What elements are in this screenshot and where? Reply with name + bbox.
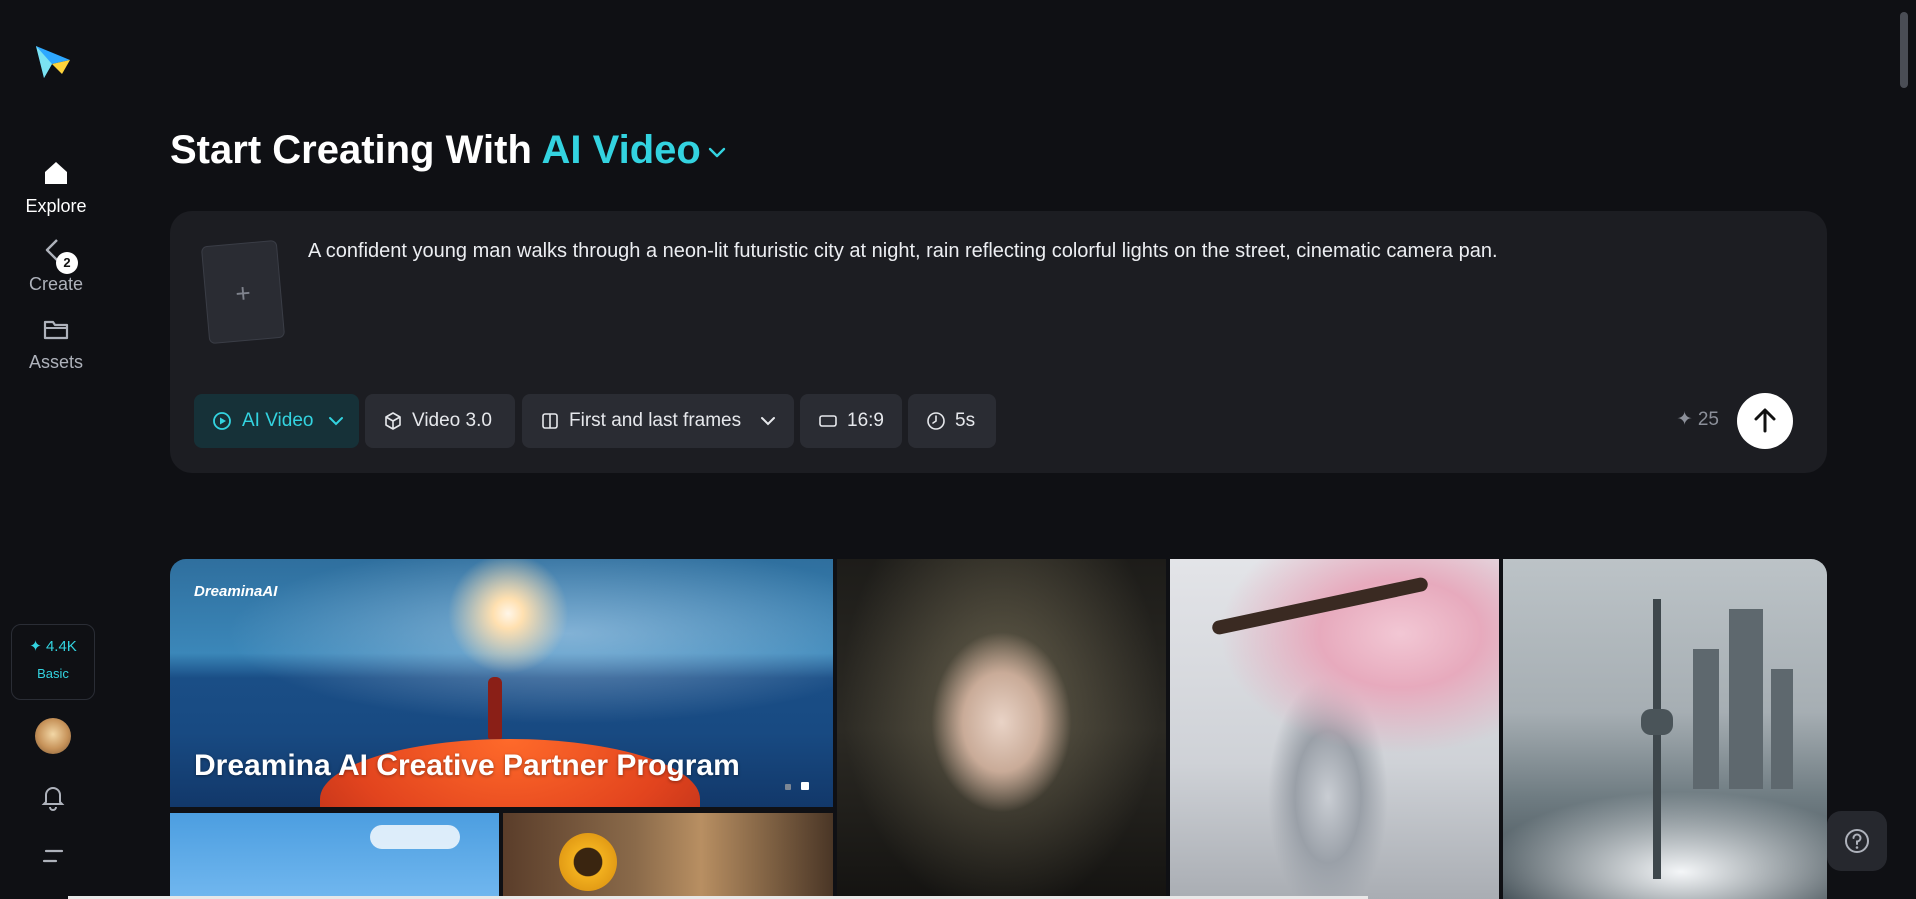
credits-box[interactable]: ✦ 4.4K Basic <box>11 624 95 700</box>
gallery-item-veiled-portrait[interactable] <box>837 559 1166 899</box>
chevron-down-icon <box>761 417 775 426</box>
plan-tier: Basic <box>37 666 69 681</box>
title-prefix: Start Creating With <box>170 128 532 172</box>
branch-art <box>1210 576 1430 636</box>
prompt-input[interactable]: A confident young man walks through a ne… <box>308 237 1788 265</box>
app-page: Explore 2 Create Assets ✦ 4.4K Basic Sta… <box>0 0 1916 899</box>
duration-selector[interactable]: 5s <box>908 394 996 448</box>
building-art <box>1693 649 1719 789</box>
sidebar: Explore 2 Create Assets ✦ 4.4K Basic <box>0 0 112 899</box>
banner-brand-logo: DreaminaAI <box>194 583 278 600</box>
nav-explore-label: Explore <box>25 196 87 216</box>
clock-icon <box>927 412 945 430</box>
sunflower-art <box>559 833 617 891</box>
cube-icon <box>385 412 401 430</box>
banner-figure <box>488 677 502 739</box>
mode-label: AI Video <box>242 410 314 431</box>
bell-icon[interactable] <box>38 782 68 812</box>
gallery-item-flooded-city[interactable] <box>1503 559 1827 899</box>
banner-title: Dreamina AI Creative Partner Program <box>194 749 740 782</box>
nav-explore[interactable]: Explore <box>0 158 112 217</box>
carousel-dot-active[interactable] <box>801 782 809 790</box>
chevron-down-icon <box>708 148 726 158</box>
frames-icon <box>542 413 558 429</box>
arrow-up-icon <box>1754 408 1776 433</box>
frames-dropdown[interactable]: First and last frames <box>522 394 794 448</box>
folder-icon <box>43 320 69 340</box>
scrollbar-thumb[interactable] <box>1900 12 1908 88</box>
aspect-ratio-icon <box>819 415 837 427</box>
credit-cost: ✦ 25 <box>1676 409 1719 430</box>
building-art <box>1771 669 1793 789</box>
avatar[interactable] <box>35 718 71 754</box>
carousel-dots[interactable] <box>775 777 809 795</box>
nav-create[interactable]: 2 Create <box>0 236 112 295</box>
nav-assets[interactable]: Assets <box>0 314 112 373</box>
gallery-item-steampunk[interactable] <box>503 813 833 899</box>
question-icon <box>1845 829 1869 853</box>
home-icon <box>45 162 67 184</box>
chevron-down-icon <box>329 417 343 426</box>
plus-icon: + <box>234 277 252 309</box>
model-label: Video 3.0 <box>412 410 492 431</box>
model-selector[interactable]: Video 3.0 <box>365 394 515 448</box>
promo-banner[interactable]: DreaminaAI Dreamina AI Creative Partner … <box>170 559 833 807</box>
duration-label: 5s <box>955 410 976 431</box>
credits-value: ✦ 4.4K <box>29 638 77 655</box>
building-art <box>1729 609 1763 789</box>
create-badge: 2 <box>56 252 78 274</box>
mode-dropdown[interactable]: AI Video <box>194 394 359 448</box>
nav-create-label: Create <box>28 274 84 294</box>
title-accent: AI Video <box>541 128 701 172</box>
aspect-ratio-selector[interactable]: 16:9 <box>800 394 902 448</box>
gallery-item-sky[interactable] <box>170 813 499 899</box>
tower-art <box>1653 599 1661 879</box>
ratio-label: 16:9 <box>847 410 884 431</box>
upload-reference-button[interactable]: + <box>200 239 286 345</box>
prompt-card: + A confident young man walks through a … <box>170 211 1827 473</box>
page-title: Start Creating With AI Video <box>170 128 729 173</box>
generate-button[interactable] <box>1737 393 1793 449</box>
gallery-item-robot-cherry-blossom[interactable] <box>1170 559 1499 899</box>
scrollbar-track[interactable] <box>1896 0 1916 899</box>
carousel-dot[interactable] <box>785 784 791 790</box>
mode-switcher[interactable]: AI Video <box>542 128 729 172</box>
help-button[interactable] <box>1827 811 1887 871</box>
nav-assets-label: Assets <box>28 352 84 372</box>
frames-label: First and last frames <box>569 410 742 431</box>
explore-gallery: DreaminaAI Dreamina AI Creative Partner … <box>170 559 1827 899</box>
tower-pod-art <box>1641 709 1673 735</box>
video-mode-icon <box>213 412 231 430</box>
dreamina-logo[interactable] <box>32 40 74 82</box>
menu-icon[interactable] <box>40 843 66 869</box>
